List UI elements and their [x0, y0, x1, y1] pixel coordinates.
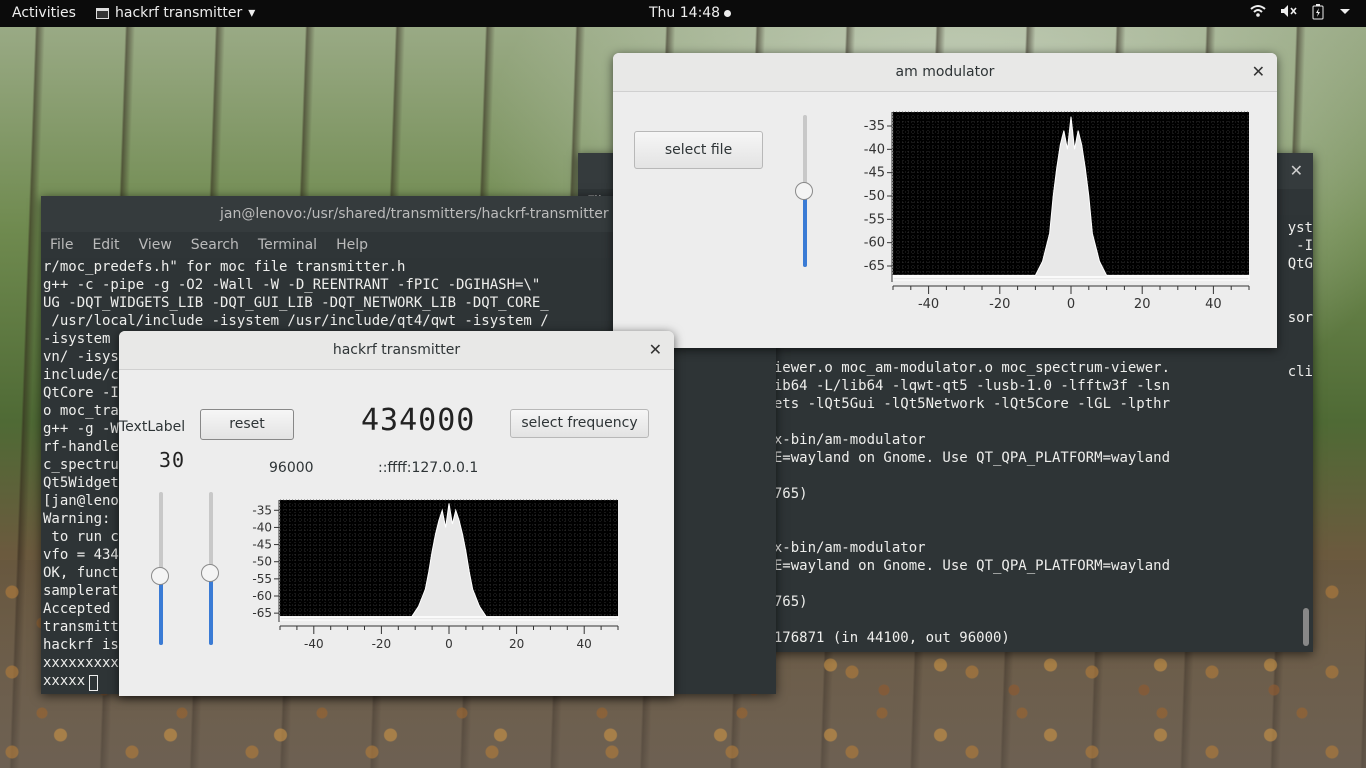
slider-fill	[803, 191, 807, 267]
am-volume-slider[interactable]	[795, 115, 813, 267]
top-bar: Activities hackrf transmitter ▾ Thu 14:4…	[0, 0, 1366, 27]
text-label: TextLabel	[119, 419, 186, 435]
y-tick-label: -60	[252, 589, 272, 603]
gain-slider-1[interactable]	[151, 492, 169, 645]
y-tick-label: -40	[864, 142, 885, 157]
x-tick-label: 20	[1134, 297, 1151, 312]
slider-handle[interactable]	[151, 567, 169, 586]
menu-help[interactable]: Help	[336, 232, 368, 258]
reset-button[interactable]: reset	[200, 409, 294, 440]
terminal-line-fragment: sor	[1287, 310, 1313, 326]
slider-handle[interactable]	[201, 564, 219, 583]
am-modulator-window[interactable]: am modulator ✕ select file -35 -40 -45 -50-…	[613, 53, 1277, 348]
y-tick-label: -50	[252, 555, 272, 569]
clock[interactable]: Thu 14:48	[649, 5, 732, 21]
terminal-line-fragment: -I	[1296, 238, 1313, 254]
x-tick-label: -40	[304, 637, 324, 651]
terminal-line-fragment: cli	[1287, 364, 1313, 380]
am-spectrum-chart: -35 -40 -45 -50 -55 -60 -65 -40 -20 0 20 40	[864, 111, 1250, 312]
x-tick-label: 20	[509, 637, 524, 651]
hackrf-title: hackrf transmitter	[332, 342, 461, 358]
terminal-left-title: jan@lenovo:/usr/shared/transmitters/hack…	[220, 206, 609, 222]
slider-fill	[209, 573, 213, 645]
x-tick-label: -20	[372, 637, 392, 651]
wifi-icon	[1250, 5, 1266, 17]
samplerate-label: 96000	[269, 460, 314, 476]
system-tray[interactable]	[1250, 4, 1352, 20]
x-tick-label: 0	[1067, 297, 1075, 312]
y-tick-label: -65	[252, 606, 272, 620]
y-tick-label: -55	[252, 572, 272, 586]
y-tick-label: -45	[864, 166, 885, 181]
x-tick-label: -40	[918, 297, 939, 312]
y-tick-label: -35	[252, 503, 272, 517]
close-icon[interactable]: ✕	[649, 331, 662, 369]
x-tick-label: 40	[577, 637, 592, 651]
x-tick-label: -20	[989, 297, 1010, 312]
notification-dot-icon	[724, 9, 732, 17]
frequency-display: 434000	[361, 403, 476, 438]
terminal-right-scrollbar[interactable]	[1303, 608, 1309, 646]
hackrf-spectrum-chart: -35 -40 -45 -50 -55 -60 -65 -40 -20 0 20 40	[252, 499, 619, 651]
terminal-line-fragment: QtG	[1287, 256, 1313, 272]
menu-terminal[interactable]: Terminal	[258, 232, 317, 258]
close-icon[interactable]: ✕	[1252, 53, 1265, 91]
gain-slider-2[interactable]	[201, 492, 219, 645]
menu-view[interactable]: View	[139, 232, 172, 258]
y-tick-label: -35	[864, 119, 885, 134]
app-menu-label: hackrf transmitter	[115, 5, 243, 21]
app-menu[interactable]: hackrf transmitter ▾	[96, 5, 255, 21]
y-tick-label: -45	[252, 538, 272, 552]
close-icon[interactable]: ✕	[1290, 153, 1303, 189]
x-tick-label: 40	[1205, 297, 1222, 312]
am-modulator-title: am modulator	[895, 64, 995, 80]
x-tick-label: 0	[445, 637, 453, 651]
speaker-muted-icon	[1281, 5, 1297, 17]
triangle-down-icon: ▾	[248, 5, 256, 21]
slider-handle[interactable]	[795, 182, 813, 200]
menu-search[interactable]: Search	[191, 232, 239, 258]
address-label: ::ffff:127.0.0.1	[378, 460, 479, 476]
menu-edit[interactable]: Edit	[92, 232, 119, 258]
window-app-icon	[96, 7, 109, 19]
y-tick-label: -50	[864, 189, 885, 204]
power-menu-triangle-icon	[1340, 9, 1350, 14]
menu-file[interactable]: File	[50, 232, 73, 258]
slider-fill	[159, 576, 163, 645]
y-tick-label: -60	[864, 236, 885, 251]
y-tick-label: -65	[864, 259, 885, 274]
terminal-line-fragment: yst	[1287, 220, 1313, 236]
select-frequency-button[interactable]: select frequency	[510, 409, 649, 438]
hackrf-transmitter-window[interactable]: hackrf transmitter ✕ TextLabel reset 434…	[119, 331, 674, 696]
y-tick-label: -40	[252, 520, 272, 534]
select-file-button[interactable]: select file	[634, 131, 763, 169]
small-lcd-display: 30	[159, 448, 186, 472]
y-tick-label: -55	[864, 212, 885, 227]
am-modulator-titlebar[interactable]: am modulator ✕	[613, 53, 1277, 92]
hackrf-titlebar[interactable]: hackrf transmitter ✕	[119, 331, 674, 370]
terminal-cursor	[89, 675, 98, 691]
battery-icon	[1312, 4, 1324, 20]
clock-label: Thu 14:48	[649, 5, 721, 21]
activities-button[interactable]: Activities	[12, 5, 76, 21]
